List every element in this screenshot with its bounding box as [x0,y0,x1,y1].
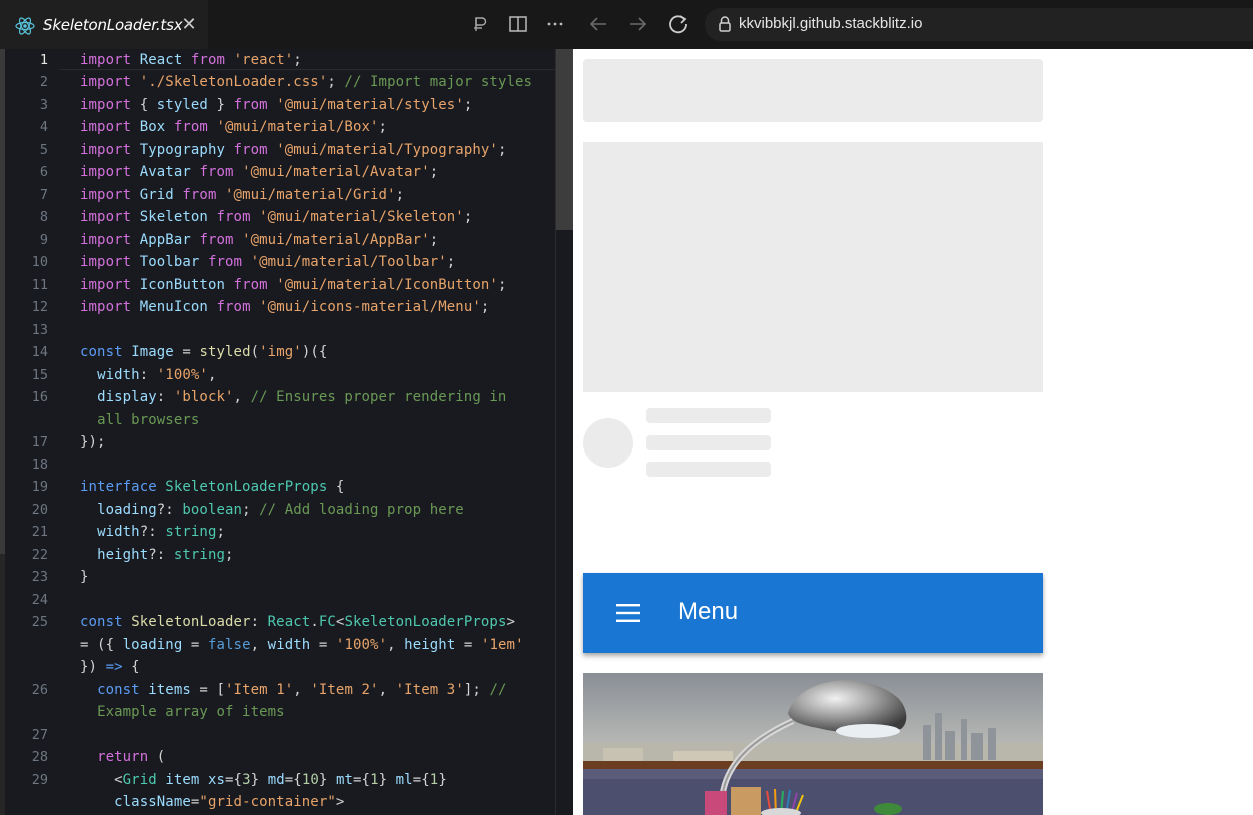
activity-strip [0,49,5,815]
more-icon[interactable] [544,13,566,35]
line-number: 9 [39,232,48,248]
line-number: 16 [31,389,48,405]
skeleton-line [646,435,771,450]
code-line[interactable]: }) => { [80,656,140,678]
line-number: 12 [31,299,48,315]
line-number: 5 [39,142,48,158]
line-number: 17 [31,434,48,450]
line-number: 7 [39,187,48,203]
line-number: 23 [31,569,48,585]
line-number: 10 [31,254,48,270]
code-line[interactable]: = ({ loading = false, width = '100%', he… [80,634,524,656]
line-number: 4 [39,119,48,135]
line-number: 3 [39,97,48,113]
preview-markdown-icon[interactable] [470,13,492,35]
skeleton-line [646,462,771,477]
code-line[interactable]: width: '100%', [80,364,217,386]
code-line[interactable]: Example array of items [80,701,285,723]
line-number: 18 [31,457,48,473]
line-number: 21 [31,524,48,540]
code-line[interactable]: import Skeleton from '@mui/material/Skel… [80,206,472,228]
line-number: 6 [39,164,48,180]
app-bar-title: Menu [678,598,739,625]
line-number: 11 [31,277,48,293]
line-number: 13 [31,322,48,338]
code-line[interactable]: import Grid from '@mui/material/Grid'; [80,184,404,206]
code-line[interactable]: import { styled } from '@mui/material/st… [80,94,472,116]
line-number: 20 [31,502,48,518]
code-line[interactable]: return ( [80,746,165,768]
line-number: 1 [39,52,48,68]
code-line[interactable]: import Typography from '@mui/material/Ty… [80,139,506,161]
line-number: 26 [31,682,48,698]
code-line[interactable]: } [80,566,89,588]
app-bar: Menu [583,573,1043,653]
line-number: 19 [31,479,48,495]
browser-preview: Menu [573,49,1253,815]
code-line[interactable]: }); [80,431,106,453]
line-number: 24 [31,592,48,608]
title-bar: SkeletonLoader.tsx ✕ kkvibbkjl.github.st… [0,0,1253,49]
code-line[interactable]: import MenuIcon from '@mui/icons-materia… [80,296,489,318]
line-number: 28 [31,749,48,765]
code-line[interactable]: import './SkeletonLoader.css'; // Import… [80,71,532,93]
line-number: 8 [39,209,48,225]
code-line[interactable]: import Avatar from '@mui/material/Avatar… [80,161,438,183]
editor-tab[interactable]: SkeletonLoader.tsx ✕ [0,0,208,49]
forward-icon[interactable] [627,13,649,35]
code-line[interactable]: height?: string; [80,544,234,566]
line-number: 27 [31,727,48,743]
code-editor[interactable]: 1 2 3 4 5 6 7 8 9 10 11 12 13 14 15 16 1… [0,49,573,815]
code-line[interactable]: interface SkeletonLoaderProps { [80,476,344,498]
close-icon[interactable]: ✕ [180,14,198,36]
skeleton-line [646,408,771,423]
back-icon[interactable] [587,13,609,35]
editor-scrollbar-thumb[interactable] [556,49,573,230]
code-line[interactable]: className="grid-container"> [80,791,344,813]
code-line[interactable]: const Image = styled('img')({ [80,341,327,363]
hamburger-menu-icon[interactable] [616,604,640,622]
line-number: 25 [31,614,48,630]
code-line[interactable]: import IconButton from '@mui/material/Ic… [80,274,506,296]
code-line[interactable]: width?: string; [80,521,225,543]
code-line[interactable]: import React from 'react'; [80,49,302,71]
line-number: 2 [39,74,48,90]
react-icon [15,17,35,35]
skeleton-avatar [583,418,633,468]
code-line[interactable]: const SkeletonLoader: React.FC<SkeletonL… [80,611,515,633]
tab-filename: SkeletonLoader.tsx [43,16,183,34]
reload-icon[interactable] [667,13,689,35]
code-line[interactable]: import Toolbar from '@mui/material/Toolb… [80,251,455,273]
line-number: 22 [31,547,48,563]
skeleton-text-block [583,59,1043,122]
split-editor-icon[interactable] [507,13,529,35]
line-number: 29 [31,772,48,788]
code-line[interactable]: <Grid item xs={3} md={10} mt={1} ml={1} [80,769,447,791]
line-number: 14 [31,344,48,360]
code-line[interactable]: all browsers [80,409,199,431]
code-line[interactable]: loading?: boolean; // Add loading prop h… [80,499,464,521]
lock-icon [719,16,731,32]
code-line[interactable]: import AppBar from '@mui/material/AppBar… [80,229,438,251]
code-line[interactable]: const items = ['Item 1', 'Item 2', 'Item… [80,679,507,701]
code-line[interactable]: import Box from '@mui/material/Box'; [80,116,387,138]
address-url[interactable]: kkvibbkjl.github.stackblitz.io [739,15,922,32]
desk-lamp-photo [583,673,1043,815]
code-line[interactable]: display: 'block', // Ensures proper rend… [80,386,506,408]
line-number: 15 [31,367,48,383]
skeleton-rect [583,142,1043,392]
